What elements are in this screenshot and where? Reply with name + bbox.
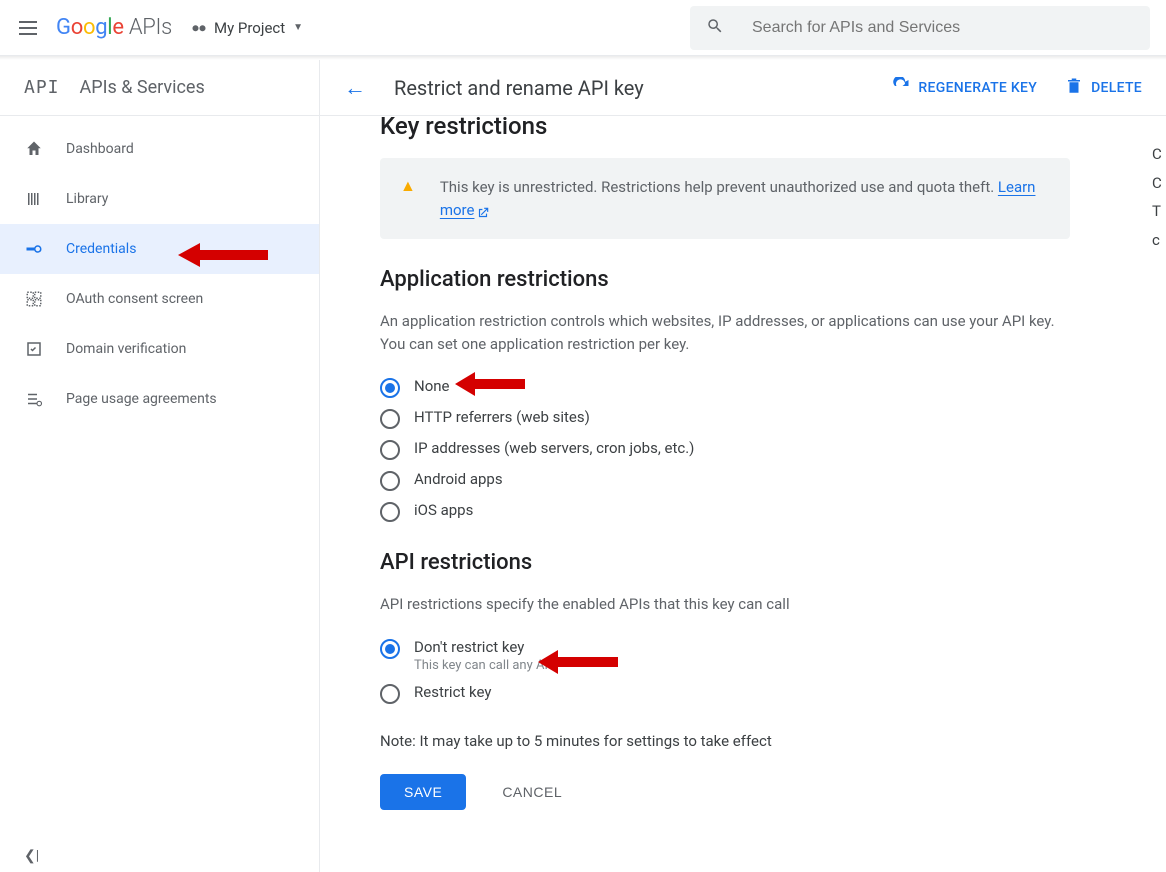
note-text: Note: It may take up to 5 minutes for se… [380, 732, 1106, 750]
annotation-arrow-none [455, 370, 525, 398]
sidebar-item-library[interactable]: Library [0, 174, 319, 224]
dashboard-icon [24, 140, 44, 158]
sidebar-item-credentials[interactable]: Credentials [0, 224, 319, 274]
delete-button[interactable]: DELETE [1065, 77, 1142, 99]
main-content: Key restrictions ▲ This key is unrestric… [320, 116, 1166, 872]
sidebar-item-dashboard[interactable]: Dashboard [0, 124, 319, 174]
project-dots-icon: ⦁⦁ [192, 20, 206, 36]
warning-banner: ▲ This key is unrestricted. Restrictions… [380, 158, 1070, 239]
annotation-arrow-dont-restrict [538, 648, 618, 676]
radio-icon [380, 378, 400, 398]
save-button[interactable]: SAVE [380, 774, 466, 810]
app-restrictions-description: An application restriction controls whic… [380, 310, 1060, 355]
api-logo-icon: API [24, 77, 60, 98]
oauth-icon [24, 290, 44, 308]
sidebar-item-domain[interactable]: Domain verification [0, 324, 319, 374]
project-selector[interactable]: ⦁⦁ My Project ▼ [192, 19, 303, 37]
sidebar-nav: Dashboard Library Credentials OAuth cons… [0, 116, 319, 424]
external-link-icon [476, 204, 490, 218]
library-icon [24, 190, 44, 208]
radio-http-referrers[interactable]: HTTP referrers (web sites) [380, 408, 1106, 429]
api-restrictions-heading: API restrictions [380, 550, 1106, 575]
warning-icon: ▲ [400, 176, 416, 221]
radio-android-apps[interactable]: Android apps [380, 470, 1106, 491]
domain-icon [24, 340, 44, 358]
key-icon [24, 240, 44, 258]
radio-restrict-key[interactable]: Restrict key [380, 683, 1106, 704]
sidebar-item-oauth[interactable]: OAuth consent screen [0, 274, 319, 324]
button-row: SAVE CANCEL [380, 774, 1106, 810]
google-apis-logo[interactable]: Google APIs [56, 15, 172, 40]
radio-icon [380, 639, 400, 659]
usage-icon [24, 390, 44, 408]
annotation-arrow-credentials [178, 240, 268, 270]
app-restrictions-heading: Application restrictions [380, 267, 1106, 292]
sidebar-item-usage[interactable]: Page usage agreements [0, 374, 319, 424]
app-restrictions-radio-group: None HTTP referrers (web sites) IP addre… [380, 377, 1106, 522]
radio-icon [380, 440, 400, 460]
sidebar-title[interactable]: API APIs & Services [0, 60, 319, 116]
search-icon [706, 17, 752, 39]
regenerate-key-button[interactable]: REGENERATE KEY [892, 77, 1037, 99]
radio-icon [380, 502, 400, 522]
radio-ip-addresses[interactable]: IP addresses (web servers, cron jobs, et… [380, 439, 1106, 460]
sidebar: API APIs & Services Dashboard Library Cr… [0, 60, 320, 872]
right-clipped-panel: C C T c [1152, 140, 1166, 254]
hamburger-menu-icon[interactable] [16, 16, 40, 40]
topbar: Google APIs ⦁⦁ My Project ▼ [0, 0, 1166, 56]
radio-ios-apps[interactable]: iOS apps [380, 501, 1106, 522]
search-input[interactable] [752, 19, 1134, 37]
radio-icon [380, 471, 400, 491]
project-name: My Project [214, 19, 285, 37]
search-box[interactable] [690, 6, 1150, 50]
trash-icon [1065, 77, 1083, 99]
page-title: Restrict and rename API key [394, 76, 644, 100]
radio-icon [380, 409, 400, 429]
chevron-down-icon: ▼ [293, 22, 303, 33]
collapse-icon[interactable]: ❮| [24, 848, 39, 864]
cancel-button[interactable]: CANCEL [490, 774, 574, 810]
radio-icon [380, 684, 400, 704]
api-restrictions-description: API restrictions specify the enabled API… [380, 593, 1060, 616]
api-restrictions-radio-group: Don't restrict key This key can call any… [380, 638, 1106, 704]
key-restrictions-heading: Key restrictions [380, 116, 1106, 140]
warning-text: This key is unrestricted. Restrictions h… [440, 176, 1050, 221]
back-arrow-icon[interactable]: ← [344, 75, 366, 101]
page-header: ← Restrict and rename API key REGENERATE… [320, 60, 1166, 116]
radio-dont-restrict[interactable]: Don't restrict key This key can call any… [380, 638, 1106, 673]
refresh-icon [892, 77, 910, 99]
